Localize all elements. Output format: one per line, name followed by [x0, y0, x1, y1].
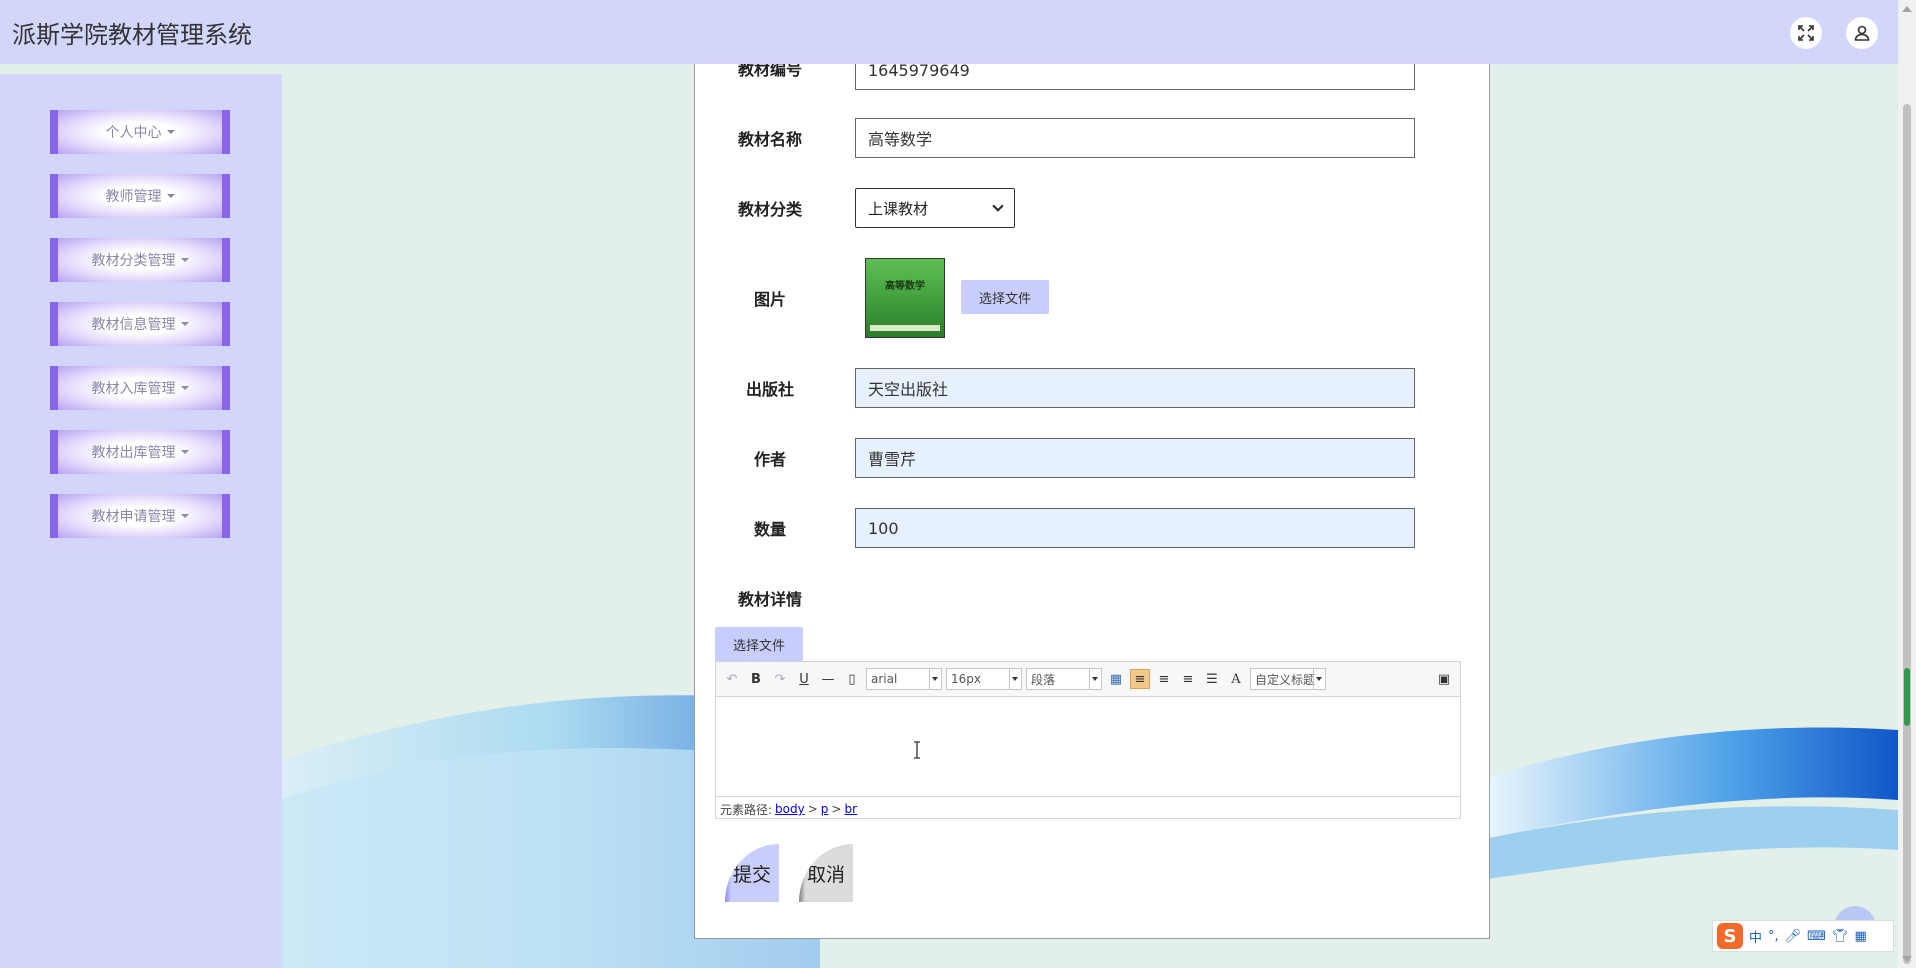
combo-arrow-icon: [1009, 669, 1020, 689]
scroll-up-icon[interactable]: [1902, 6, 1912, 12]
editor-toolbar: ↶ B ↷ U — ▯ arial 16px 段落 ▦ ≡ ≡ ≡ ☰ A 自定…: [716, 662, 1460, 697]
element-path-label: 元素路径:: [720, 802, 773, 817]
undo-icon[interactable]: ↶: [722, 669, 742, 689]
font-size-value: 16px: [951, 672, 981, 686]
user-icon: [1854, 25, 1870, 41]
top-header: 派斯学院教材管理系统: [0, 0, 1898, 64]
font-family-value: arial: [871, 672, 898, 686]
keyboard-icon[interactable]: ⌨: [1807, 929, 1826, 944]
cancel-button[interactable]: 取消: [799, 844, 853, 902]
sidebar-item-application[interactable]: 教材申请管理: [50, 494, 230, 538]
user-button[interactable]: [1846, 17, 1878, 49]
bold-button[interactable]: B: [746, 669, 766, 689]
paragraph-value: 段落: [1031, 672, 1056, 687]
sidebar-item-label: 教材申请管理: [91, 509, 176, 525]
combo-arrow-icon: [1313, 669, 1324, 689]
cover-band: [870, 325, 940, 331]
caret-down-icon: [180, 450, 189, 454]
sidebar-item-label: 教材入库管理: [91, 381, 176, 397]
sidebar-item-category-management[interactable]: 教材分类管理: [50, 238, 230, 282]
rich-text-editor: ↶ B ↷ U — ▯ arial 16px 段落 ▦ ≡ ≡ ≡ ☰ A 自定…: [715, 661, 1461, 819]
app-title: 派斯学院教材管理系统: [12, 20, 252, 49]
path-link-br[interactable]: br: [844, 802, 857, 816]
skin-icon[interactable]: 👕︎: [1832, 929, 1849, 944]
publisher-input[interactable]: 天空出版社: [855, 368, 1415, 408]
caret-down-icon: [180, 258, 189, 262]
font-size-select[interactable]: 16px: [946, 668, 1022, 690]
quantity-label: 数量: [753, 520, 786, 539]
caret-down-icon: [180, 386, 189, 390]
sidebar-item-personal-center[interactable]: 个人中心: [50, 110, 230, 154]
submit-button[interactable]: 提交: [725, 844, 779, 902]
custom-title-value: 自定义标题: [1255, 672, 1316, 687]
name-input[interactable]: 高等数学: [855, 118, 1415, 158]
table-icon[interactable]: ▦: [1106, 669, 1126, 689]
caret-down-icon: [166, 130, 175, 134]
text-cursor-icon: [914, 741, 920, 759]
editor-statusbar: 元素路径: body > p > br: [716, 796, 1460, 821]
horizontal-rule-icon[interactable]: —: [818, 669, 838, 689]
redo-icon[interactable]: ↷: [770, 669, 790, 689]
textbook-cover-image: 高等数学: [865, 258, 945, 338]
ime-toolbar[interactable]: S 中 °, 🎤︎ ⌨ 👕︎ ▦: [1712, 920, 1894, 952]
author-input[interactable]: 曹雪芹: [855, 438, 1415, 478]
ime-language[interactable]: 中: [1749, 927, 1762, 946]
path-link-body[interactable]: body: [775, 802, 805, 816]
page-break-icon[interactable]: ▯: [842, 669, 862, 689]
path-link-p[interactable]: p: [821, 802, 829, 816]
caret-down-icon: [166, 194, 175, 198]
paragraph-select[interactable]: 段落: [1026, 668, 1102, 690]
textbook-form: 教材编号 1645979649 教材名称 高等数学 教材分类 上课教材 图片 高…: [694, 50, 1490, 939]
path-separator: >: [831, 802, 842, 816]
scroll-marker: [1904, 668, 1910, 726]
page-scrollbar[interactable]: [1898, 0, 1916, 968]
grid-icon[interactable]: ▦: [1854, 929, 1866, 944]
author-label: 作者: [753, 450, 786, 469]
details-file-button[interactable]: 选择文件: [715, 627, 803, 661]
align-left-icon[interactable]: ≡: [1130, 669, 1150, 689]
sogou-logo-icon: S: [1717, 923, 1743, 949]
category-select[interactable]: 上课教材: [855, 188, 1015, 228]
scroll-thumb[interactable]: [1903, 104, 1911, 964]
image-file-button[interactable]: 选择文件: [961, 280, 1049, 314]
sidebar-item-label: 教材信息管理: [91, 317, 176, 333]
sidebar-item-teacher-management[interactable]: 教师管理: [50, 174, 230, 218]
sidebar-item-label: 个人中心: [105, 125, 162, 141]
align-justify-icon[interactable]: ☰: [1202, 669, 1222, 689]
sidebar-item-stock-out[interactable]: 教材出库管理: [50, 430, 230, 474]
sidebar-item-textbook-info[interactable]: 教材信息管理: [50, 302, 230, 346]
font-color-button[interactable]: A: [1226, 669, 1246, 689]
sidebar-item-label: 教材分类管理: [91, 253, 176, 269]
fullscreen-icon: [1798, 25, 1814, 41]
details-label: 教材详情: [737, 590, 802, 609]
combo-arrow-icon: [929, 669, 940, 689]
sidebar: 个人中心 教师管理 教材分类管理 教材信息管理 教材入库管理 教材出库管理 教材…: [0, 74, 282, 968]
fullscreen-button[interactable]: [1790, 17, 1822, 49]
quantity-input[interactable]: 100: [855, 508, 1415, 548]
scroll-down-icon[interactable]: [1902, 956, 1912, 962]
sidebar-item-stock-in[interactable]: 教材入库管理: [50, 366, 230, 410]
cover-title: 高等数学: [885, 281, 925, 292]
chevron-down-icon: [992, 200, 1004, 212]
image-label: 图片: [753, 290, 786, 309]
publisher-label: 出版社: [745, 380, 794, 399]
category-selected-value: 上课教材: [868, 199, 929, 218]
align-right-icon[interactable]: ≡: [1154, 669, 1174, 689]
editor-content-area[interactable]: [716, 697, 1460, 796]
caret-down-icon: [180, 322, 189, 326]
sidebar-item-label: 教师管理: [105, 189, 162, 205]
sidebar-item-label: 教材出库管理: [91, 445, 176, 461]
combo-arrow-icon: [1089, 669, 1100, 689]
align-center-icon[interactable]: ≡: [1178, 669, 1198, 689]
microphone-icon[interactable]: 🎤︎: [1785, 929, 1802, 944]
custom-title-select[interactable]: 自定义标题: [1250, 668, 1326, 690]
caret-down-icon: [180, 514, 189, 518]
name-label: 教材名称: [737, 130, 802, 149]
path-separator: >: [807, 802, 818, 816]
ime-punctuation[interactable]: °,: [1768, 929, 1779, 944]
font-family-select[interactable]: arial: [866, 668, 942, 690]
underline-button[interactable]: U: [794, 669, 814, 689]
fullscreen-editor-icon[interactable]: ▣: [1434, 669, 1454, 689]
category-label: 教材分类: [737, 200, 802, 219]
